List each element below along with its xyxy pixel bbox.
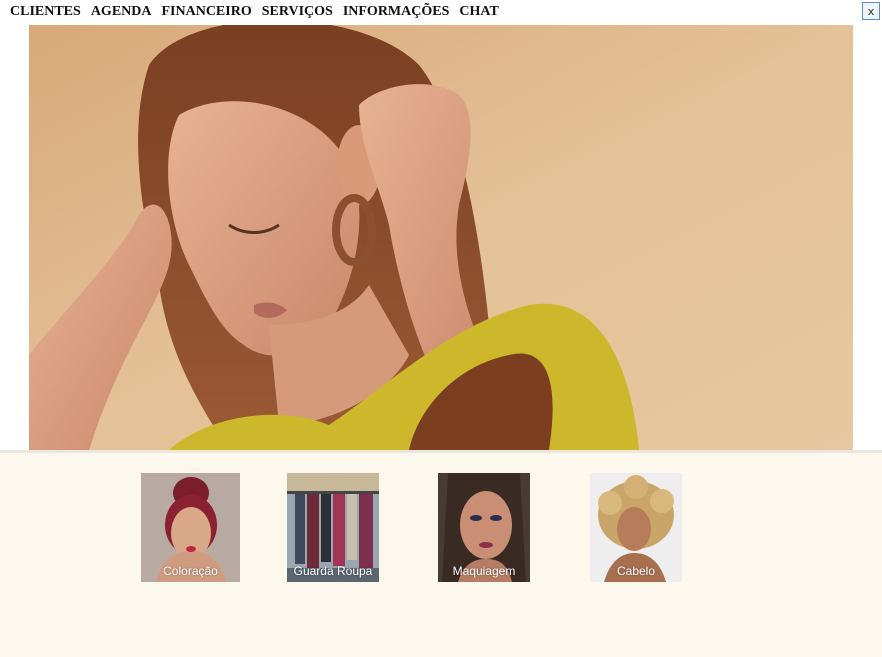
service-label: Cabelo xyxy=(616,564,656,578)
service-card-cabelo[interactable]: Cabelo xyxy=(590,473,682,582)
hero-image xyxy=(29,25,853,450)
top-navigation-bar: CLIENTES AGENDA FINANCEIRO SERVIÇOS INFO… xyxy=(0,0,882,24)
service-label: Guarda Roupa xyxy=(293,564,373,578)
service-label: Coloração xyxy=(163,564,218,578)
service-label: Maquiagem xyxy=(452,564,516,578)
menu-item-chat[interactable]: CHAT xyxy=(459,4,498,20)
menu-item-financeiro[interactable]: FINANCEIRO xyxy=(161,4,251,20)
menu-item-agenda[interactable]: AGENDA xyxy=(91,4,152,20)
menu-item-servicos[interactable]: SERVIÇOS xyxy=(262,4,333,20)
menu-item-clientes[interactable]: CLIENTES xyxy=(10,4,81,20)
service-card-coloracao[interactable]: Coloração xyxy=(141,473,240,582)
service-card-guarda-roupa[interactable]: Guarda Roupa xyxy=(287,473,379,582)
services-section: Coloração Guarda Roupa Maquiagem Cabelo xyxy=(0,453,882,657)
menu-item-informacoes[interactable]: INFORMAÇÕES xyxy=(343,4,450,20)
main-menu: CLIENTES AGENDA FINANCEIRO SERVIÇOS INFO… xyxy=(10,4,509,20)
close-button[interactable]: x xyxy=(862,2,880,20)
hero-woman-earring-photo xyxy=(29,25,853,450)
service-card-maquiagem[interactable]: Maquiagem xyxy=(438,473,530,582)
